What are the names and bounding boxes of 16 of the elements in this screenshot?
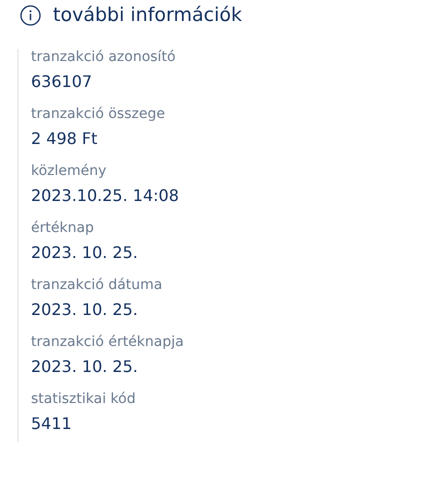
info-icon (20, 5, 41, 26)
field-value: 2023.10.25. 14:08 (31, 186, 180, 206)
field-value: 2023. 10. 25. (31, 357, 139, 377)
section-title: további információk (53, 6, 242, 25)
field-label: tranzakció dátuma (31, 277, 164, 294)
field-value: 2023. 10. 25. (31, 300, 139, 320)
field-label: közlemény (31, 163, 108, 180)
field-label: tranzakció értéknapja (31, 334, 185, 351)
field-label: tranzakció összege (31, 106, 166, 123)
field-value: 5411 (31, 414, 73, 434)
field-label: tranzakció azonosító (31, 49, 177, 66)
field-value: 2023. 10. 25. (31, 243, 139, 263)
field-value: 2 498 Ft (31, 129, 98, 149)
field-value: 636107 (31, 72, 94, 92)
field-label: statisztikai kód (31, 391, 137, 408)
field-label: értéknap (31, 220, 95, 237)
